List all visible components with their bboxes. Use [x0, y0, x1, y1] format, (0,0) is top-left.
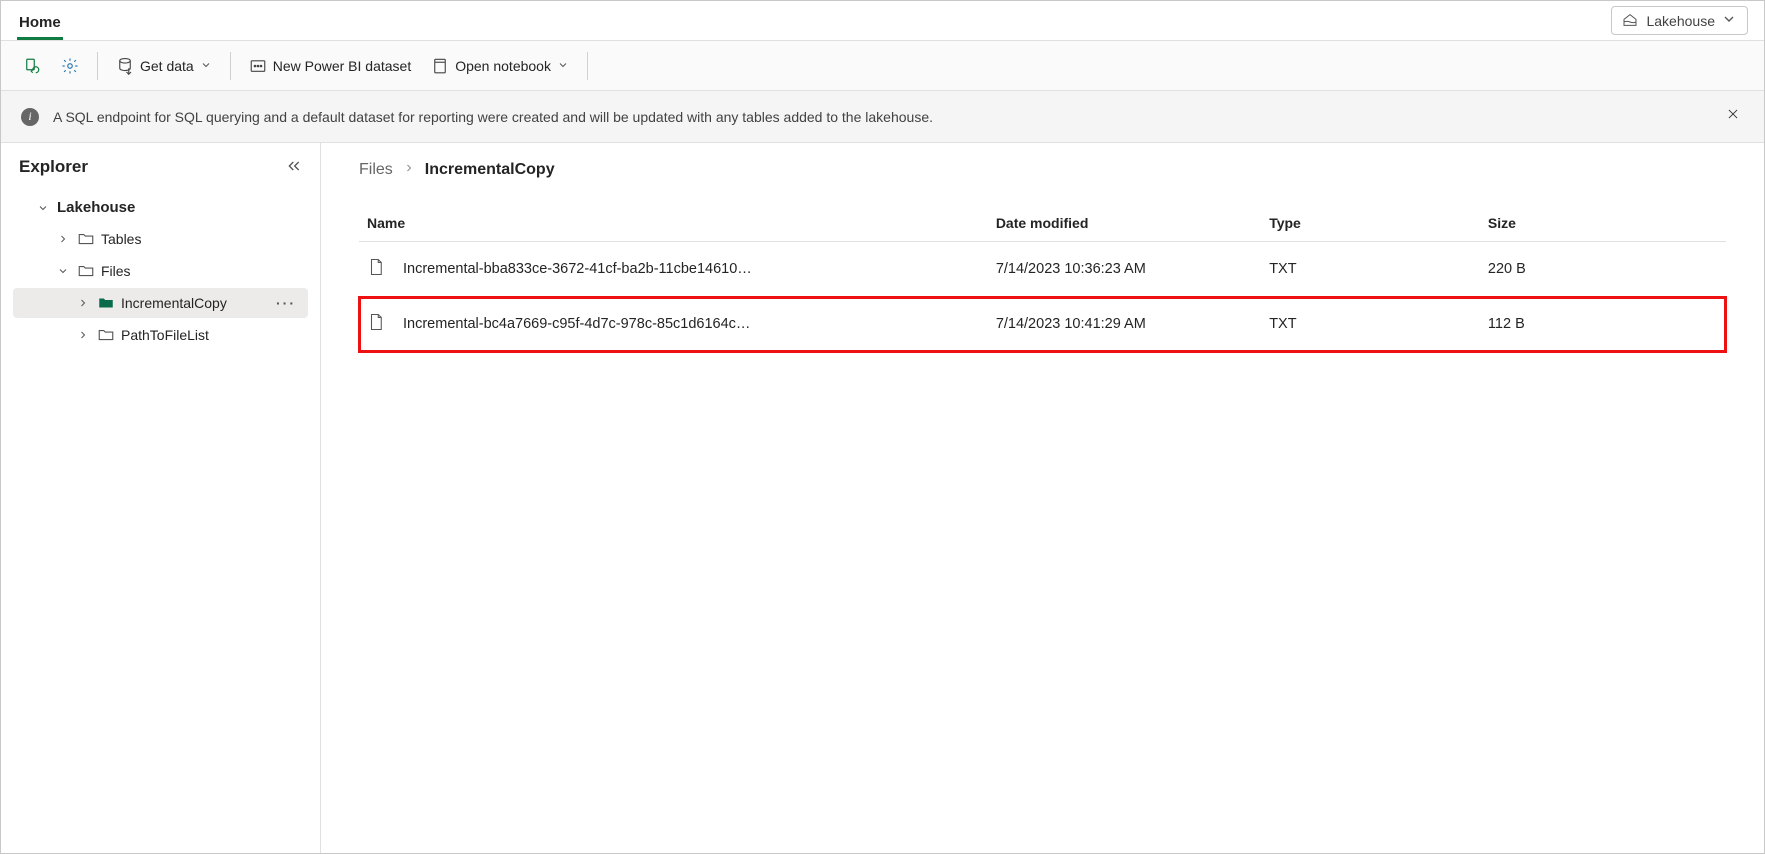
chevron-right-icon [55, 233, 71, 245]
close-icon [1726, 108, 1740, 125]
content-area: Files IncrementalCopy Name Date modified… [321, 143, 1764, 853]
toolbar-divider [230, 52, 231, 80]
chevron-right-icon [403, 161, 415, 179]
mode-label: Lakehouse [1646, 13, 1715, 29]
tree-item-files[interactable]: Files [13, 256, 308, 286]
notification-bar: i A SQL endpoint for SQL querying and a … [1, 91, 1764, 143]
more-options-button[interactable]: ··· [276, 295, 300, 311]
file-name: Incremental-bc4a7669-c95f-4d7c-978c-85c1… [403, 316, 750, 332]
tree-item-label: Files [101, 263, 131, 279]
file-icon [367, 311, 385, 337]
chevron-double-left-icon [286, 161, 302, 177]
get-data-button[interactable]: Get data [108, 51, 220, 81]
table-row[interactable]: Incremental-bba833ce-3672-41cf-ba2b-11cb… [359, 242, 1726, 297]
folder-solid-icon [97, 294, 115, 312]
open-notebook-button[interactable]: Open notebook [423, 51, 577, 81]
explorer-panel: Explorer Lakehouse [1, 143, 321, 853]
folder-icon [77, 230, 95, 248]
toolbar-divider [97, 52, 98, 80]
toolbar-divider [587, 52, 588, 80]
table-header-row: Name Date modified Type Size [359, 205, 1726, 242]
notification-content: i A SQL endpoint for SQL querying and a … [21, 108, 933, 126]
tree-item-label: Tables [101, 231, 141, 247]
explorer-title: Explorer [19, 157, 88, 177]
tree-root-lakehouse[interactable]: Lakehouse [13, 193, 308, 222]
breadcrumb-current: IncrementalCopy [425, 161, 555, 179]
file-icon [367, 256, 385, 282]
chevron-down-icon [557, 58, 569, 74]
chevron-down-icon [1721, 11, 1737, 30]
tree-item-pathtofilelist[interactable]: PathToFileList [13, 320, 308, 350]
chevron-right-icon [75, 297, 91, 309]
notification-text: A SQL endpoint for SQL querying and a de… [53, 109, 933, 125]
titlebar-left: Home [17, 1, 63, 40]
tree-item-tables[interactable]: Tables [13, 224, 308, 254]
settings-button[interactable] [53, 51, 87, 81]
dataset-icon [249, 57, 267, 75]
toolbar: Get data New Power BI dataset [1, 41, 1764, 91]
col-header-date[interactable]: Date modified [988, 205, 1261, 242]
new-dataset-label: New Power BI dataset [273, 58, 412, 74]
chevron-down-icon [200, 58, 212, 74]
tab-home[interactable]: Home [17, 6, 63, 40]
get-data-label: Get data [140, 58, 194, 74]
file-type: TXT [1261, 242, 1480, 297]
chevron-down-icon [55, 265, 71, 277]
lakehouse-icon [1622, 12, 1640, 30]
mode-switcher[interactable]: Lakehouse [1611, 6, 1748, 35]
tree-item-incrementalcopy[interactable]: IncrementalCopy ··· [13, 288, 308, 318]
titlebar: Home Lakehouse [1, 1, 1764, 41]
chevron-down-icon [35, 202, 51, 214]
notebook-icon [431, 57, 449, 75]
refresh-button[interactable] [15, 51, 49, 81]
files-table: Name Date modified Type Size Incremental… [359, 205, 1726, 352]
open-notebook-label: Open notebook [455, 58, 551, 74]
tree-item-label: IncrementalCopy [121, 295, 227, 311]
folder-icon [77, 262, 95, 280]
close-notification-button[interactable] [1722, 103, 1744, 130]
collapse-explorer-button[interactable] [286, 158, 302, 177]
col-header-size[interactable]: Size [1480, 205, 1726, 242]
database-icon [116, 57, 134, 75]
main-area: Explorer Lakehouse [1, 143, 1764, 853]
file-type: TXT [1261, 297, 1480, 352]
explorer-tree: Lakehouse Tables [1, 187, 320, 356]
new-dataset-button[interactable]: New Power BI dataset [241, 51, 420, 81]
breadcrumb: Files IncrementalCopy [359, 161, 1726, 179]
file-name: Incremental-bba833ce-3672-41cf-ba2b-11cb… [403, 261, 752, 277]
folder-icon [97, 326, 115, 344]
tree-root-label: Lakehouse [57, 199, 135, 216]
breadcrumb-files[interactable]: Files [359, 161, 393, 179]
file-date: 7/14/2023 10:41:29 AM [988, 297, 1261, 352]
tree-item-label: PathToFileList [121, 327, 209, 343]
chevron-right-icon [75, 329, 91, 341]
file-date: 7/14/2023 10:36:23 AM [988, 242, 1261, 297]
refresh-icon [23, 57, 41, 75]
col-header-name[interactable]: Name [359, 205, 988, 242]
file-size: 112 B [1480, 297, 1726, 352]
app-root: Home Lakehouse [0, 0, 1765, 854]
table-row[interactable]: Incremental-bc4a7669-c95f-4d7c-978c-85c1… [359, 297, 1726, 352]
file-size: 220 B [1480, 242, 1726, 297]
gear-icon [61, 57, 79, 75]
info-icon: i [21, 108, 39, 126]
explorer-header: Explorer [1, 143, 320, 187]
col-header-type[interactable]: Type [1261, 205, 1480, 242]
